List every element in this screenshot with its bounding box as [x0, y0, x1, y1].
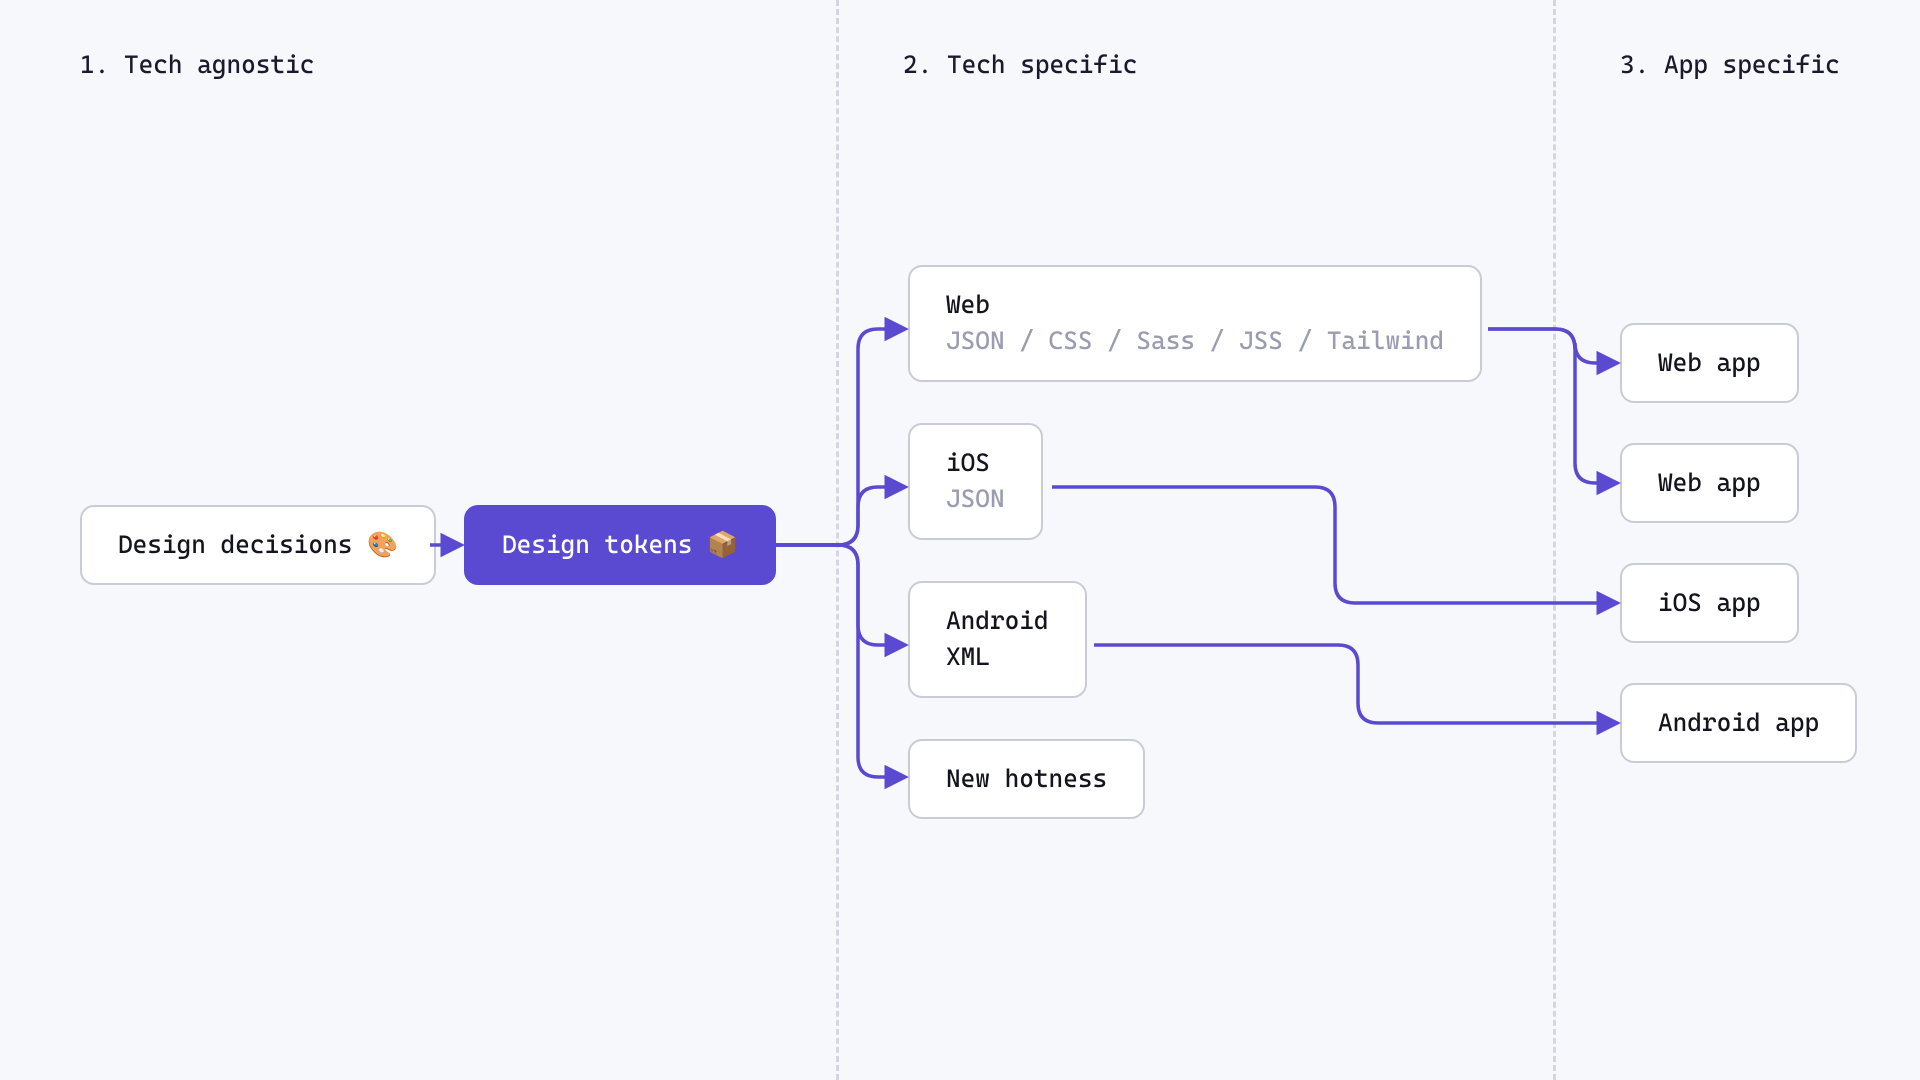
node-label: Web app [1658, 468, 1761, 497]
node-app-android: Android app [1620, 683, 1857, 763]
node-label: iOS app [1658, 588, 1761, 617]
divider-1 [836, 0, 839, 1080]
node-new-hotness: New hotness [908, 739, 1145, 819]
node-subtitle: JSON [946, 484, 1005, 513]
section-label-2: 2. Tech specific [903, 50, 1137, 79]
divider-2 [1553, 0, 1556, 1080]
node-label: Web app [1658, 348, 1761, 377]
node-android: Android XML [908, 581, 1087, 698]
node-design-decisions: Design decisions 🎨 [80, 505, 436, 585]
node-title: Android [946, 606, 1049, 635]
node-label: Design tokens 📦 [502, 530, 738, 559]
node-web: Web JSON / CSS / Sass / JSS / Tailwind [908, 265, 1482, 382]
node-app-ios: iOS app [1620, 563, 1799, 643]
node-title: Web [946, 290, 990, 319]
node-subtitle: XML [946, 642, 990, 671]
node-app-web-1: Web app [1620, 323, 1799, 403]
node-label: Android app [1658, 708, 1819, 737]
node-label: Design decisions 🎨 [118, 530, 398, 559]
node-app-web-2: Web app [1620, 443, 1799, 523]
node-title: iOS [946, 448, 990, 477]
node-subtitle: JSON / CSS / Sass / JSS / Tailwind [946, 326, 1444, 355]
node-ios: iOS JSON [908, 423, 1043, 540]
node-label: New hotness [946, 764, 1107, 793]
node-design-tokens: Design tokens 📦 [464, 505, 776, 585]
section-label-1: 1. Tech agnostic [80, 50, 314, 79]
section-label-3: 3. App specific [1620, 50, 1840, 79]
